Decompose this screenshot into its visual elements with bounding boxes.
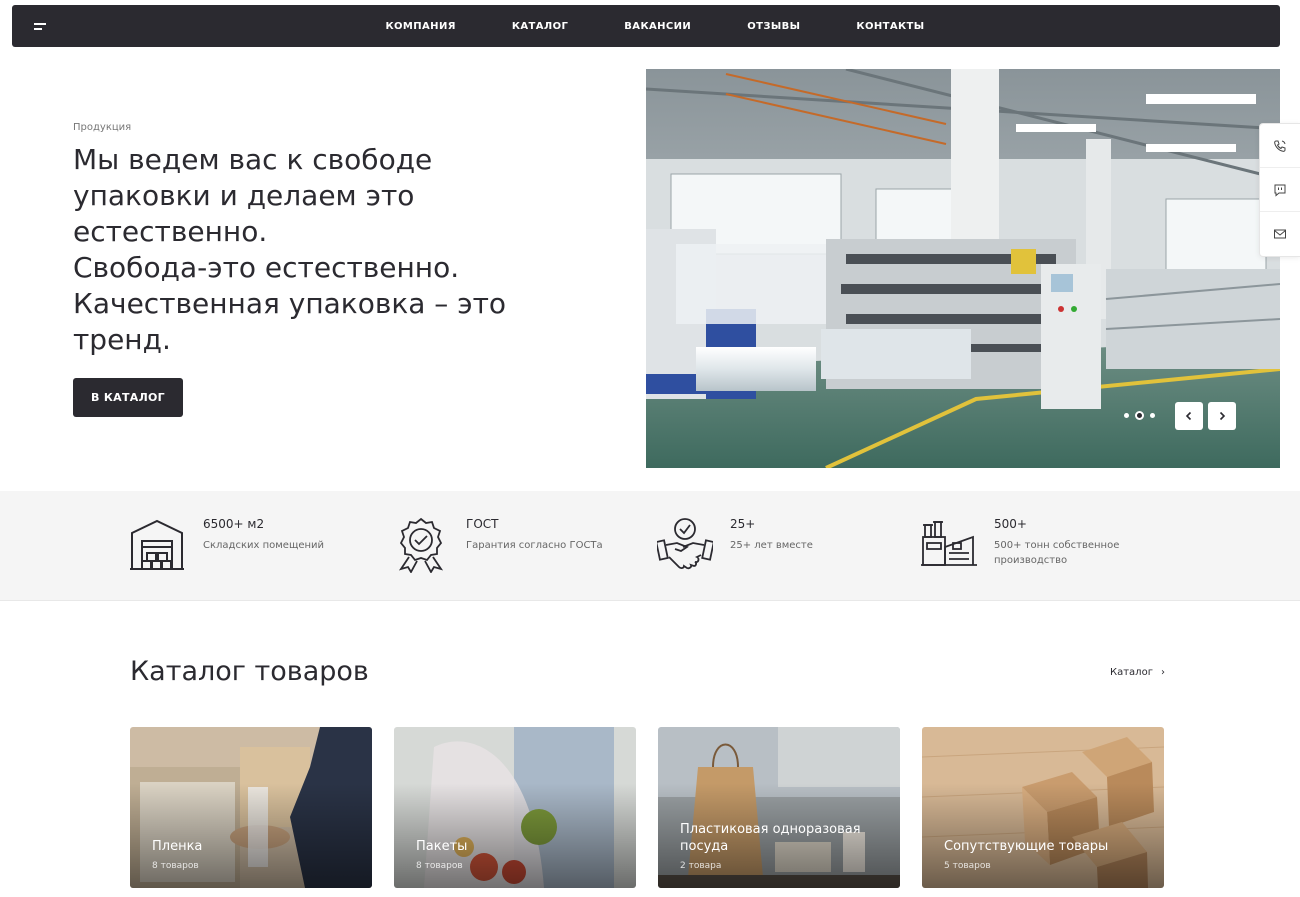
hero-subtitle: Продукция: [73, 122, 132, 133]
hero-title-line: Качественная упаковка – это: [73, 287, 507, 320]
email-button[interactable]: [1260, 212, 1300, 256]
slider-dots: [1124, 411, 1155, 420]
card-title: Пакеты: [416, 839, 468, 854]
handshake-icon: [657, 518, 713, 570]
card-count: 2 товара: [680, 861, 722, 871]
hero-title-line: тренд.: [73, 323, 171, 356]
card-title: Пластиковая одноразовая посуда: [680, 822, 861, 854]
hero-title: Мы ведем вас к свободе упаковки и делаем…: [73, 142, 543, 358]
card-title: Сопутствующие товары: [944, 839, 1109, 854]
catalog-card-film[interactable]: Пленка 8 товаров: [130, 727, 372, 888]
contact-side-widget: [1259, 123, 1300, 257]
catalog-title: Каталог товаров: [130, 656, 369, 687]
to-catalog-button[interactable]: В КАТАЛОГ: [73, 378, 183, 417]
feature-title: ГОСТ: [466, 517, 499, 531]
nav-item-company[interactable]: КОМПАНИЯ: [385, 21, 455, 32]
catalog-link[interactable]: Каталог ›: [1110, 667, 1165, 678]
chevron-right-icon: ›: [1160, 667, 1165, 678]
catalog-card-related-goods[interactable]: Сопутствующие товары 5 товаров: [922, 727, 1164, 888]
slider-dot-active[interactable]: [1135, 411, 1144, 420]
hero-title-line: естественно.: [73, 215, 268, 248]
feature-title: 25+: [730, 517, 756, 531]
callback-button[interactable]: [1260, 124, 1300, 168]
chat-button[interactable]: [1260, 168, 1300, 212]
phone-icon: [1274, 140, 1286, 152]
card-count: 5 товаров: [944, 861, 991, 871]
card-title: Пленка: [152, 839, 203, 854]
top-navbar: КОМПАНИЯ КАТАЛОГ ВАКАНСИИ ОТЗЫВЫ КОНТАКТ…: [12, 5, 1280, 47]
slider-dot[interactable]: [1124, 413, 1129, 418]
hero-title-line: Мы ведем вас к свободе: [73, 143, 433, 176]
mail-icon: [1274, 229, 1286, 239]
card-count: 8 товаров: [152, 861, 199, 871]
nav-item-contacts[interactable]: КОНТАКТЫ: [856, 21, 924, 32]
catalog-card-disposable-tableware[interactable]: Пластиковая одноразовая посуда 2 товара: [658, 727, 900, 888]
features-band: 6500+ м2 Складских помещений ГОСТ Гарант…: [0, 491, 1300, 601]
hero-title-line: упаковки и делаем это: [73, 179, 415, 212]
feature-text: 500+ тонн собственное производство: [994, 540, 1120, 566]
slider-dot[interactable]: [1150, 413, 1155, 418]
feature-text: Гарантия согласно ГОСТа: [466, 540, 603, 551]
slider-prev-button[interactable]: [1175, 402, 1203, 430]
feature-title: 500+: [994, 517, 1027, 531]
feature-text: 25+ лет вместе: [730, 540, 813, 551]
hero-title-line: Свобода-это естественно.: [73, 251, 460, 284]
chevron-left-icon: [1185, 411, 1192, 421]
hero-slider: [646, 69, 1280, 468]
catalog-link-label: Каталог: [1110, 667, 1153, 678]
card-count: 8 товаров: [416, 861, 463, 871]
factory-icon: [921, 521, 977, 566]
catalog-card-bags[interactable]: Пакеты 8 товаров: [394, 727, 636, 888]
gost-badge-icon: [398, 517, 444, 573]
nav-item-vacancies[interactable]: ВАКАНСИИ: [624, 21, 691, 32]
feature-title: 6500+ м2: [203, 517, 265, 531]
feature-text: Складских помещений: [203, 540, 325, 551]
warehouse-icon: [130, 519, 184, 570]
nav-item-reviews[interactable]: ОТЗЫВЫ: [747, 21, 800, 32]
nav-item-catalog[interactable]: КАТАЛОГ: [512, 21, 568, 32]
chat-icon: [1274, 184, 1286, 197]
nav-links: КОМПАНИЯ КАТАЛОГ ВАКАНСИИ ОТЗЫВЫ КОНТАКТ…: [12, 5, 1280, 47]
slider-next-button[interactable]: [1208, 402, 1236, 430]
chevron-right-icon: [1219, 411, 1226, 421]
